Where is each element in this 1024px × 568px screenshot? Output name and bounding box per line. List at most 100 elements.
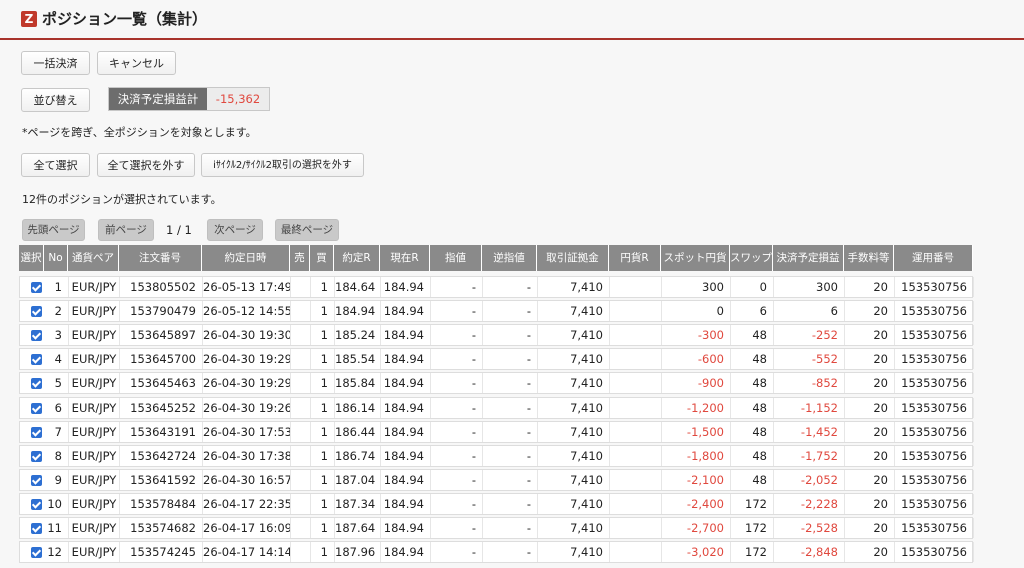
column-header-buy: 買 bbox=[310, 245, 334, 271]
cell-spot-yen: -1,500 bbox=[662, 421, 731, 442]
cell-planned-pl: -1,452 bbox=[774, 421, 845, 442]
cell-no: 11 bbox=[45, 518, 69, 538]
row-checkbox[interactable] bbox=[31, 330, 42, 342]
cell-yen-rate bbox=[610, 469, 662, 490]
next-page-button[interactable]: 次ページ bbox=[207, 219, 263, 241]
cell-planned-pl: -552 bbox=[774, 349, 845, 370]
cell-swap: 48 bbox=[731, 469, 774, 490]
column-header-pair: 通貨ペア bbox=[68, 245, 119, 271]
cell-planned-pl: -1,752 bbox=[774, 445, 845, 466]
cell-sell bbox=[291, 493, 311, 514]
cell-fee: 20 bbox=[845, 421, 895, 442]
cell-spot-yen: -3,020 bbox=[662, 542, 731, 563]
select-all-button[interactable]: 全て選択 bbox=[21, 153, 90, 177]
cell-yen-rate bbox=[610, 493, 662, 514]
cell-margin: 7,410 bbox=[538, 445, 610, 466]
cell-yen-rate bbox=[610, 325, 662, 346]
cell-limit: - bbox=[431, 469, 483, 490]
cell-sell bbox=[291, 421, 311, 442]
cell-exec-rate: 187.34 bbox=[335, 493, 381, 514]
row-checkbox[interactable] bbox=[31, 450, 42, 462]
table-row[interactable]: 9 EUR/JPY 153641592 26-04-30 16:57 1 187.04 18… bbox=[19, 468, 974, 491]
cell-spot-yen: -2,400 bbox=[662, 493, 731, 514]
row-checkbox[interactable] bbox=[31, 306, 42, 318]
deselect-icycle-button[interactable]: iｻｲｸﾙ2/ｻｲｸﾙ2取引の選択を外す bbox=[201, 153, 364, 177]
table-row[interactable]: 7 EUR/JPY 153643191 26-04-30 17:53 1 186.44 18… bbox=[19, 420, 974, 443]
cell-stop: - bbox=[483, 349, 538, 370]
last-page-button[interactable]: 最終ページ bbox=[275, 219, 339, 241]
cell-op-number: 153530756 bbox=[895, 397, 974, 418]
table-row[interactable]: 3 EUR/JPY 153645897 26-04-30 19:30 1 185.24 18… bbox=[19, 324, 974, 347]
first-page-button[interactable]: 先頭ページ bbox=[22, 219, 85, 241]
cell-limit: - bbox=[431, 493, 483, 514]
cell-order-number: 153645252 bbox=[120, 397, 203, 418]
cell-stop: - bbox=[483, 301, 538, 322]
bulk-settle-button[interactable]: 一括決済 bbox=[21, 51, 90, 75]
cell-planned-pl: -2,848 bbox=[774, 542, 845, 563]
table-row[interactable]: 11 EUR/JPY 153574682 26-04-17 16:09 1 187.64 1… bbox=[19, 517, 974, 539]
row-checkbox[interactable] bbox=[31, 523, 42, 534]
cell-op-number: 153530756 bbox=[895, 421, 974, 442]
table-row[interactable]: 1 EUR/JPY 153805502 26-05-13 17:49 1 184.64 18… bbox=[19, 276, 974, 298]
cell-datetime: 26-04-17 16:09 bbox=[203, 518, 291, 538]
column-header-current-rate: 現在R bbox=[380, 245, 430, 271]
column-header-fee: 手数料等 bbox=[844, 245, 894, 271]
column-header-select: 選択 bbox=[19, 245, 44, 271]
cell-margin: 7,410 bbox=[538, 349, 610, 370]
cell-order-number: 153641592 bbox=[120, 469, 203, 490]
cell-stop: - bbox=[483, 542, 538, 563]
cell-spot-yen: -2,100 bbox=[662, 469, 731, 490]
cell-order-number: 153643191 bbox=[120, 421, 203, 442]
table-row[interactable]: 6 EUR/JPY 153645252 26-04-30 19:26 1 186.14 18… bbox=[19, 396, 974, 419]
prev-page-button[interactable]: 前ページ bbox=[98, 219, 154, 241]
sort-button[interactable]: 並び替え bbox=[21, 88, 90, 112]
cell-limit: - bbox=[431, 445, 483, 466]
row-checkbox[interactable] bbox=[31, 547, 42, 559]
table-row[interactable]: 12 EUR/JPY 153574245 26-04-17 14:14 1 187.96 1… bbox=[19, 541, 974, 564]
table-row[interactable]: 5 EUR/JPY 153645463 26-04-30 19:29 1 185.84 18… bbox=[19, 372, 974, 395]
column-header-yen-rate: 円貨R bbox=[609, 245, 661, 271]
cell-limit: - bbox=[431, 542, 483, 563]
column-header-datetime: 約定日時 bbox=[202, 245, 290, 271]
deselect-all-button[interactable]: 全て選択を外す bbox=[97, 153, 195, 177]
row-checkbox[interactable] bbox=[31, 402, 42, 414]
table-row[interactable]: 4 EUR/JPY 153645700 26-04-30 19:29 1 185.54 18… bbox=[19, 348, 974, 371]
cell-order-number: 153645463 bbox=[120, 373, 203, 394]
table-row[interactable]: 10 EUR/JPY 153578484 26-04-17 22:35 1 187.34 1… bbox=[19, 492, 974, 515]
cell-no: 12 bbox=[45, 542, 69, 563]
cell-op-number: 153530756 bbox=[895, 349, 974, 370]
cell-current-rate: 184.94 bbox=[381, 397, 431, 418]
cancel-button[interactable]: キャンセル bbox=[97, 51, 176, 75]
cell-spot-yen: 300 bbox=[662, 277, 731, 297]
cell-sell bbox=[291, 518, 311, 538]
cell-spot-yen: -600 bbox=[662, 349, 731, 370]
row-checkbox[interactable] bbox=[31, 378, 42, 390]
row-checkbox[interactable] bbox=[31, 426, 42, 438]
cell-no: 7 bbox=[45, 421, 69, 442]
column-header-sell: 売 bbox=[290, 245, 310, 271]
cell-spot-yen: -1,200 bbox=[662, 397, 731, 418]
cell-yen-rate bbox=[610, 349, 662, 370]
cell-current-rate: 184.94 bbox=[381, 469, 431, 490]
cell-order-number: 153645700 bbox=[120, 349, 203, 370]
cell-no: 10 bbox=[45, 493, 69, 514]
cell-op-number: 153530756 bbox=[895, 277, 974, 297]
row-checkbox[interactable] bbox=[31, 498, 42, 510]
cell-datetime: 26-04-30 19:29 bbox=[203, 349, 291, 370]
cell-current-rate: 184.94 bbox=[381, 277, 431, 297]
note-text: *ページを跨ぎ、全ポジションを対象とします。 bbox=[22, 126, 257, 139]
cell-sell bbox=[291, 277, 311, 297]
cell-yen-rate bbox=[610, 445, 662, 466]
row-checkbox[interactable] bbox=[31, 354, 42, 366]
cell-pair: EUR/JPY bbox=[69, 325, 120, 346]
cell-op-number: 153530756 bbox=[895, 518, 974, 538]
row-checkbox[interactable] bbox=[31, 474, 42, 486]
cell-no: 4 bbox=[45, 349, 69, 370]
cell-sell bbox=[291, 301, 311, 322]
row-checkbox[interactable] bbox=[31, 282, 42, 293]
cell-datetime: 26-04-17 22:35 bbox=[203, 493, 291, 514]
cell-pair: EUR/JPY bbox=[69, 542, 120, 563]
cell-current-rate: 184.94 bbox=[381, 325, 431, 346]
table-row[interactable]: 8 EUR/JPY 153642724 26-04-30 17:38 1 186.74 18… bbox=[19, 444, 974, 467]
table-row[interactable]: 2 EUR/JPY 153790479 26-05-12 14:55 1 184.94 18… bbox=[19, 300, 974, 323]
